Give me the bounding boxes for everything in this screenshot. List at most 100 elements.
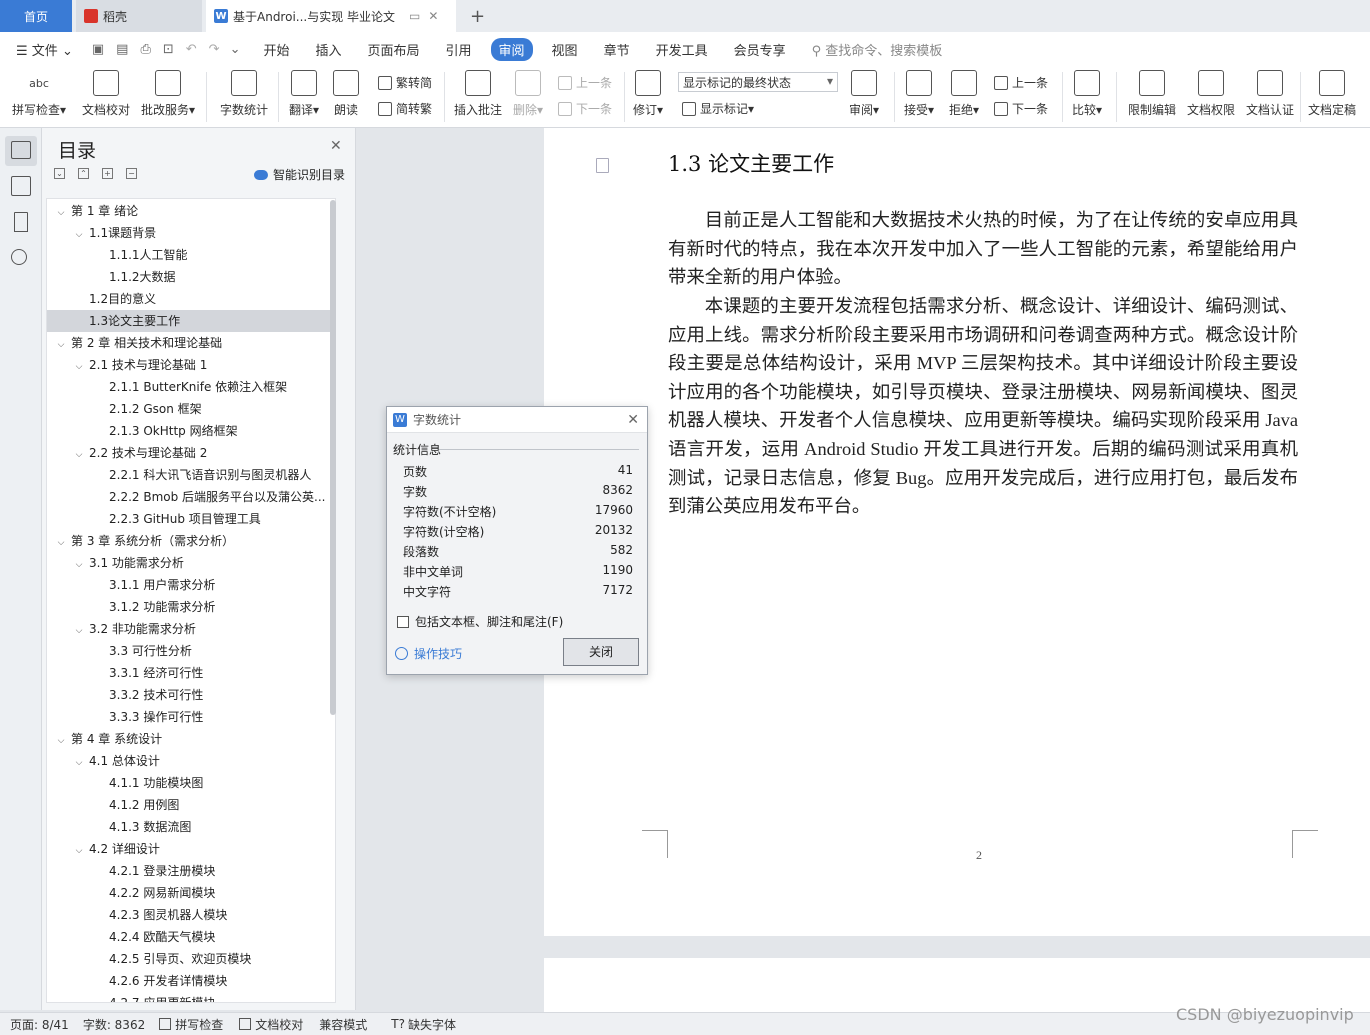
toc-item[interactable]: 1.1.1人工智能: [47, 244, 331, 266]
menu-references[interactable]: 引用: [446, 40, 472, 59]
toc-item[interactable]: 2.2.1 科大讯飞语音识别与图灵机器人: [47, 464, 331, 486]
tab-document[interactable]: W 基于Androi...与实现 毕业论文 ▭ ✕: [206, 0, 456, 32]
compare-button[interactable]: 比较▾: [1072, 70, 1102, 118]
delete-comment-button[interactable]: 删除▾: [513, 70, 543, 118]
new-tab-icon[interactable]: +: [462, 0, 493, 32]
command-search[interactable]: ⚲ 查找命令、搜索模板: [812, 40, 943, 59]
toc-item[interactable]: 4.2.2 网易新闻模块: [47, 882, 331, 904]
prev-comment-button[interactable]: 上一条: [558, 74, 612, 91]
expand-arrow-icon[interactable]: ⌵: [73, 840, 85, 860]
toc-scrollbar[interactable]: [330, 200, 336, 715]
prev-revision-button[interactable]: 上一条: [994, 74, 1048, 91]
tips-link[interactable]: 操作技巧: [395, 645, 462, 662]
toc-item[interactable]: 2.2.3 GitHub 项目管理工具: [47, 508, 331, 530]
bookmark-icon[interactable]: [14, 212, 28, 232]
menu-insert[interactable]: 插入: [315, 40, 341, 59]
expand-arrow-icon[interactable]: ⌵: [73, 620, 85, 640]
doc-check-button[interactable]: 文档校对: [82, 70, 130, 118]
toc-item[interactable]: ⌵ 第 1 章 绪论: [47, 200, 331, 222]
expand-arrow-icon[interactable]: ⌵: [55, 202, 67, 222]
doc-certify-button[interactable]: 文档认证: [1246, 70, 1294, 118]
smart-toc-button[interactable]: 智能识别目录: [254, 166, 345, 183]
toc-item[interactable]: ⌵ 第 4 章 系统设计: [47, 728, 331, 750]
translate-button[interactable]: 翻译▾: [289, 70, 319, 118]
markup-state-select[interactable]: 显示标记的最终状态 ▾: [678, 72, 838, 92]
expand-arrow-icon[interactable]: ⌵: [73, 752, 85, 772]
toc-nav-icon[interactable]: [11, 141, 31, 159]
menu-start[interactable]: 开始: [263, 40, 289, 59]
next-revision-button[interactable]: 下一条: [994, 100, 1048, 117]
toc-item[interactable]: 2.1.3 OkHttp 网络框架: [47, 420, 331, 442]
doc-check-status[interactable]: 文档校对: [239, 1016, 303, 1033]
tab-daoke[interactable]: 稻壳: [76, 0, 202, 32]
doc-permission-button[interactable]: 文档权限: [1187, 70, 1235, 118]
tab-close-icon[interactable]: ✕: [428, 9, 438, 23]
word-count-indicator[interactable]: 字数: 8362: [83, 1016, 145, 1033]
expand-up-icon[interactable]: ⌃: [78, 168, 89, 179]
spell-check-button[interactable]: abc 拼写检查▾: [12, 70, 66, 118]
toc-item[interactable]: 1.2目的意义: [47, 288, 331, 310]
expand-arrow-icon[interactable]: ⌵: [73, 224, 85, 244]
include-textbox-checkbox[interactable]: 包括文本框、脚注和尾注(F): [397, 613, 563, 630]
toc-item[interactable]: ⌵ 2.2 技术与理论基础 2: [47, 442, 331, 464]
compat-mode-status[interactable]: 兼容模式: [319, 1016, 367, 1033]
paragraph-menu-icon[interactable]: [596, 158, 609, 173]
toc-item[interactable]: 3.3.3 操作可行性: [47, 706, 331, 728]
toc-item[interactable]: ⌵ 第 2 章 相关技术和理论基础: [47, 332, 331, 354]
undo-icon[interactable]: ↶: [186, 42, 197, 57]
spell-check-status[interactable]: 拼写检查: [159, 1016, 223, 1033]
collapse-all-icon[interactable]: ⌄: [54, 168, 65, 179]
close-button[interactable]: 关闭: [563, 638, 639, 666]
restrict-edit-button[interactable]: 限制编辑: [1128, 70, 1176, 118]
expand-arrow-icon[interactable]: ⌵: [73, 554, 85, 574]
close-icon[interactable]: ✕: [330, 138, 342, 154]
show-markup-button[interactable]: 显示标记 ▾: [682, 100, 754, 117]
toc-item[interactable]: ⌵ 第 3 章 系统分析（需求分析）: [47, 530, 331, 552]
menu-member[interactable]: 会员专享: [734, 40, 786, 59]
tab-pin-icon[interactable]: ▭: [409, 9, 420, 23]
file-menu[interactable]: ☰ 文件 ⌄: [16, 40, 73, 59]
next-comment-button[interactable]: 下一条: [558, 100, 612, 117]
missing-font-status[interactable]: T? 缺失字体: [391, 1016, 456, 1033]
toc-item[interactable]: ⌵ 4.1 总体设计: [47, 750, 331, 772]
toc-item[interactable]: 1.1.2大数据: [47, 266, 331, 288]
expand-arrow-icon[interactable]: ⌵: [55, 532, 67, 552]
expand-arrow-icon[interactable]: ⌵: [55, 334, 67, 354]
toc-item[interactable]: 4.2.1 登录注册模块: [47, 860, 331, 882]
toc-item[interactable]: 4.2.6 开发者详情模块: [47, 970, 331, 992]
add-level-icon[interactable]: +: [102, 168, 113, 179]
print-preview-icon[interactable]: ⊡: [163, 42, 174, 57]
remove-level-icon[interactable]: −: [126, 168, 137, 179]
close-icon[interactable]: ✕: [627, 412, 639, 428]
doc-finalize-button[interactable]: 文档定稿: [1308, 70, 1356, 118]
review-pane-button[interactable]: 审阅▾: [849, 70, 879, 118]
toc-item[interactable]: ⌵ 3.1 功能需求分析: [47, 552, 331, 574]
reject-button[interactable]: 拒绝▾: [949, 70, 979, 118]
menu-layout[interactable]: 页面布局: [368, 40, 420, 59]
word-count-button[interactable]: 字数统计: [220, 70, 268, 118]
page-indicator[interactable]: 页面: 8/41: [10, 1016, 69, 1033]
menu-review[interactable]: 审阅: [490, 37, 533, 61]
toc-item[interactable]: 4.1.3 数据流图: [47, 816, 331, 838]
toc-item[interactable]: 4.1.2 用例图: [47, 794, 331, 816]
toc-item[interactable]: 3.1.1 用户需求分析: [47, 574, 331, 596]
export-pdf-icon[interactable]: ▤: [116, 42, 128, 57]
toc-item[interactable]: ⌵ 2.1 技术与理论基础 1: [47, 354, 331, 376]
toc-item[interactable]: 4.1.1 功能模块图: [47, 772, 331, 794]
tab-home[interactable]: 首页: [0, 0, 72, 32]
expand-arrow-icon[interactable]: ⌵: [73, 356, 85, 376]
chapter-nav-icon[interactable]: [11, 176, 31, 196]
toc-item[interactable]: 4.2.5 引导页、欢迎页模块: [47, 948, 331, 970]
menu-section[interactable]: 章节: [604, 40, 630, 59]
expand-arrow-icon[interactable]: ⌵: [55, 730, 67, 750]
simp-to-trad-button[interactable]: 简转繁: [378, 100, 432, 117]
search-nav-icon[interactable]: [11, 249, 27, 265]
toc-item[interactable]: 4.2.4 欧酷天气模块: [47, 926, 331, 948]
expand-arrow-icon[interactable]: ⌵: [73, 444, 85, 464]
toc-item[interactable]: 1.3论文主要工作: [47, 310, 331, 332]
toc-item[interactable]: 3.3.1 经济可行性: [47, 662, 331, 684]
accept-button[interactable]: 接受▾: [904, 70, 934, 118]
revise-button[interactable]: 修订▾: [633, 70, 663, 118]
toc-item[interactable]: 4.2.3 图灵机器人模块: [47, 904, 331, 926]
print-icon[interactable]: ⎙: [140, 42, 150, 57]
